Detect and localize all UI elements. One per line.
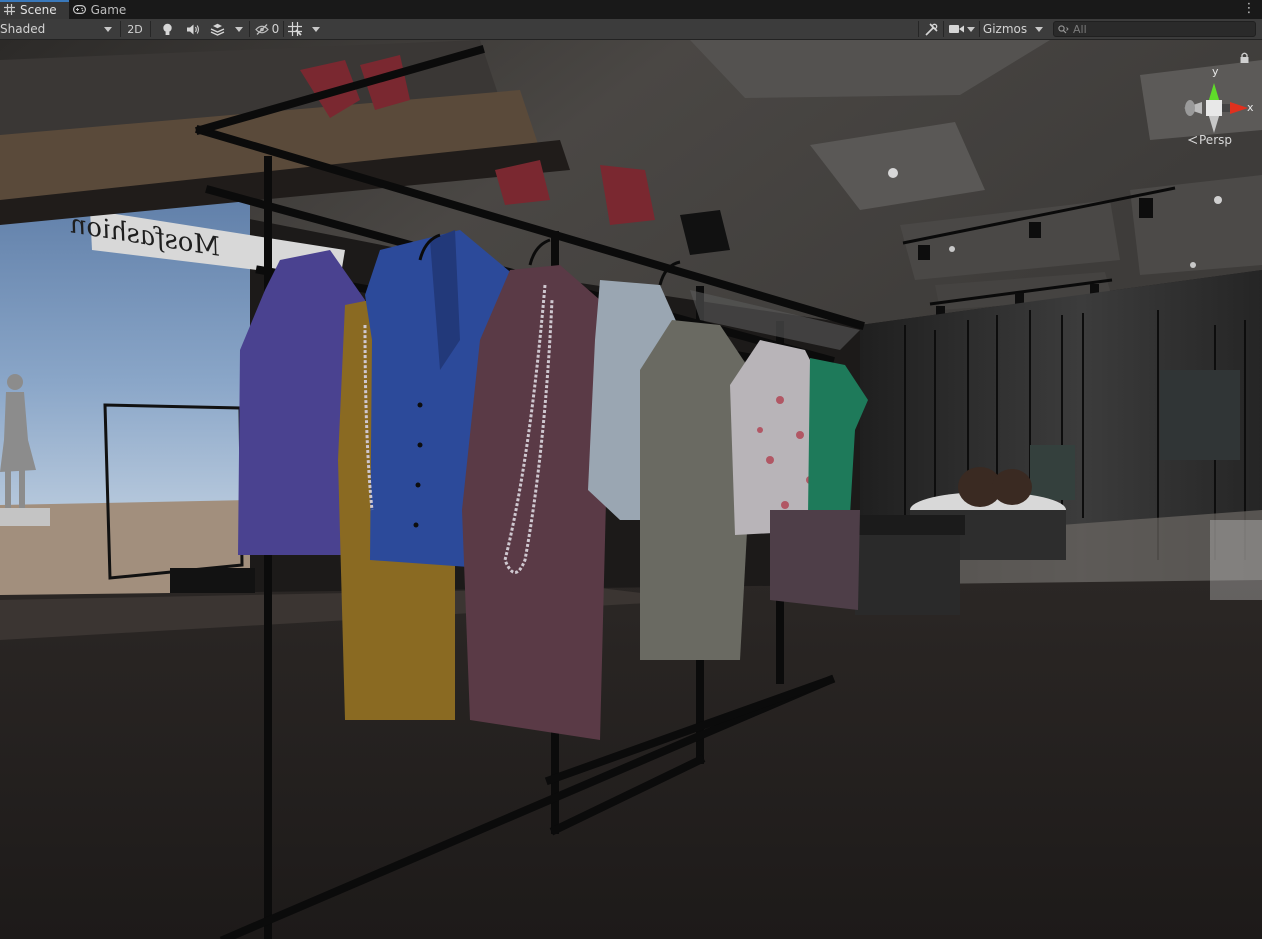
camera-settings-button[interactable] [947,19,977,39]
mauve-dress [770,510,860,610]
lock-icon[interactable] [1240,52,1249,63]
axis-x-label: x [1247,101,1254,114]
hidden-object-count: 0 [271,22,280,36]
tab-scene[interactable]: Scene [0,0,69,19]
toolbar-divider [249,21,250,37]
scene-search-field[interactable] [1053,21,1256,37]
scene-search-input[interactable] [1073,22,1243,36]
scene-viewport[interactable]: Mosfashion y x Persp [0,40,1262,939]
axis-y-label: y [1212,65,1219,78]
gizmos-dropdown[interactable] [1032,19,1046,39]
camera-icon [949,25,964,33]
toolbar-divider [283,21,284,37]
search-icon [1058,24,1069,33]
projection-toggle[interactable]: Persp [1188,133,1232,147]
tab-game[interactable]: Game [69,0,139,19]
chevron-down-icon [235,26,243,32]
toggle-2d-label: 2D [127,22,143,36]
projection-label: Persp [1199,133,1232,147]
gizmos-label: Gizmos [982,22,1028,36]
gamepad-icon [72,5,86,14]
toggle-2d-button[interactable]: 2D [124,19,146,39]
more-options-icon[interactable]: ⋮ [1242,2,1256,16]
draw-mode-dropdown[interactable]: Shaded [0,19,116,39]
scene-render: Mosfashion [0,40,1262,939]
tools-button[interactable] [922,19,940,39]
orientation-gizmo[interactable]: y x [1178,48,1262,168]
burgundy-dress [462,265,608,740]
lightbulb-icon [162,23,172,35]
chevron-down-icon [104,26,112,32]
layers-effects-icon [210,23,224,36]
toolbar-divider [979,21,980,37]
toolbar-divider [943,21,944,37]
perspective-icon [1188,136,1197,144]
tab-game-label: Game [90,2,127,17]
lighting-toggle-button[interactable] [158,19,176,39]
tab-scene-label: Scene [20,2,57,17]
effects-dropdown[interactable] [232,19,246,39]
toolbar-divider [150,21,151,37]
effects-toggle-button[interactable] [207,19,227,39]
grid-snap-button[interactable] [286,19,304,39]
grid-snap-dropdown[interactable] [309,19,323,39]
gizmos-button[interactable]: Gizmos [982,19,1028,39]
speaker-icon [186,24,199,34]
tools-icon [924,22,938,36]
grid-snap-icon [288,22,302,36]
draw-mode-value: Shaded [0,22,46,36]
hidden-eye-icon [254,23,269,35]
editor-tab-bar: Scene Game ⋮ [0,0,1262,20]
toolbar-divider [918,21,919,37]
chevron-down-icon [1035,26,1043,32]
grid-icon [4,4,15,15]
chevron-down-icon [312,26,320,32]
chevron-down-icon [967,26,975,32]
audio-toggle-button[interactable] [184,19,202,39]
scene-visibility-toggle[interactable]: 0 [253,19,281,39]
toolbar-divider [120,21,121,37]
scene-toolbar: Shaded 2D 0 Gizmos All [0,19,1262,40]
